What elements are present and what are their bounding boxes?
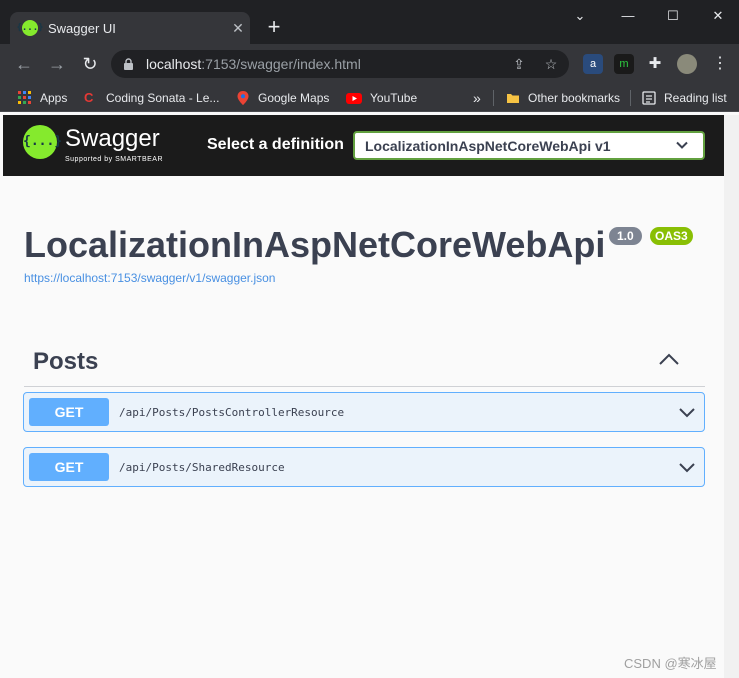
select-definition-label: Select a definition: [207, 136, 344, 153]
address-bar[interactable]: localhost:7153/swagger/index.html ⇪ ☆: [111, 50, 569, 78]
bookmark-label: Apps: [40, 91, 68, 105]
bookmarks-divider: [493, 90, 494, 106]
chevron-down-icon[interactable]: [678, 460, 696, 476]
more-bookmarks-button[interactable]: »: [473, 89, 481, 107]
operation-get-shared-resource[interactable]: GET /api/Posts/SharedResource: [23, 447, 705, 487]
browser-toolbar: ← → ↻ localhost:7153/swagger/index.html …: [0, 44, 739, 84]
tab-title: Swagger UI: [48, 20, 116, 36]
operation-path: /api/Posts/SharedResource: [119, 461, 285, 474]
tab-close-icon[interactable]: ✕: [226, 20, 250, 37]
extension-m-icon[interactable]: m: [614, 54, 634, 74]
operation-get-posts-controller-resource[interactable]: GET /api/Posts/PostsControllerResource: [23, 392, 705, 432]
bookmark-star-icon[interactable]: ☆: [541, 54, 561, 74]
chevron-down-icon[interactable]: [678, 405, 696, 421]
maximize-button[interactable]: ☐: [661, 6, 685, 26]
tag-divider: [24, 386, 705, 387]
bookmark-apps[interactable]: Apps: [18, 89, 67, 107]
bookmark-label: Reading list: [664, 91, 727, 105]
swagger-topbar: {...} Swagger Supported by SMARTBEAR Sel…: [3, 115, 724, 176]
maps-pin-icon: [237, 91, 249, 105]
bookmarks-divider: [630, 90, 631, 106]
browser-menu-icon[interactable]: ⋮: [710, 54, 730, 74]
swagger-wordmark: Swagger: [65, 125, 160, 152]
bookmark-label: Coding Sonata - Le...: [106, 91, 220, 105]
bookmarks-bar: Apps C Coding Sonata - Le... Google Maps…: [0, 84, 739, 112]
browser-tab[interactable]: {...} Swagger UI ✕: [10, 12, 250, 44]
bookmark-label: YouTube: [370, 91, 418, 105]
reading-list-button[interactable]: Reading list: [642, 89, 727, 107]
oas-badge: OAS3: [650, 227, 693, 245]
forward-button[interactable]: →: [45, 52, 69, 76]
spec-url-link[interactable]: https://localhost:7153/swagger/v1/swagge…: [24, 271, 275, 285]
bookmark-label: Google Maps: [258, 91, 330, 105]
method-badge: GET: [29, 453, 109, 481]
swagger-favicon-icon: {...}: [16, 20, 44, 36]
chevron-up-icon[interactable]: [657, 350, 681, 370]
tag-title-posts[interactable]: Posts: [33, 348, 98, 376]
chevron-down-icon: [676, 141, 688, 149]
other-bookmarks-folder[interactable]: Other bookmarks: [506, 89, 620, 107]
method-badge: GET: [29, 398, 109, 426]
version-badge: 1.0: [609, 227, 642, 245]
profile-avatar[interactable]: [677, 54, 697, 74]
reload-button[interactable]: ↻: [78, 52, 102, 76]
bookmark-label: Other bookmarks: [528, 91, 621, 105]
reading-list-icon: [642, 91, 656, 105]
folder-icon: [507, 94, 519, 103]
apps-grid-icon: [18, 91, 31, 104]
operation-path: /api/Posts/PostsControllerResource: [119, 406, 345, 419]
extensions-puzzle-icon[interactable]: ✚: [645, 54, 665, 74]
bookmark-google-maps[interactable]: Google Maps: [236, 89, 329, 107]
chevron-down-icon[interactable]: ⌄: [568, 6, 592, 26]
lock-icon: [124, 58, 133, 70]
bookmark-coding-sonata[interactable]: C Coding Sonata - Le...: [84, 89, 219, 107]
youtube-icon: [346, 93, 362, 104]
api-title: LocalizationInAspNetCoreWebApi: [24, 224, 606, 265]
supported-by-smartbear: Supported by SMARTBEAR: [65, 156, 164, 163]
swagger-logo-icon[interactable]: {...}: [23, 125, 62, 159]
browser-titlebar: {...} Swagger UI ✕ + ⌄ — ☐ ✕: [0, 0, 739, 44]
bookmark-youtube[interactable]: YouTube: [346, 89, 417, 107]
selected-definition: LocalizationInAspNetCoreWebApi v1: [365, 137, 611, 154]
share-icon[interactable]: ⇪: [509, 54, 529, 74]
url-text: localhost:7153/swagger/index.html: [146, 56, 361, 72]
back-button[interactable]: ←: [12, 52, 36, 76]
coding-sonata-icon: C: [84, 90, 94, 105]
minimize-button[interactable]: —: [616, 6, 640, 26]
definition-select[interactable]: LocalizationInAspNetCoreWebApi v1: [353, 131, 705, 160]
new-tab-button[interactable]: +: [262, 16, 286, 40]
close-window-button[interactable]: ✕: [706, 6, 730, 26]
extension-a-icon[interactable]: a: [583, 54, 603, 74]
page-scrollbar[interactable]: [724, 115, 739, 678]
watermark: CSDN @寒冰屋: [624, 656, 717, 671]
